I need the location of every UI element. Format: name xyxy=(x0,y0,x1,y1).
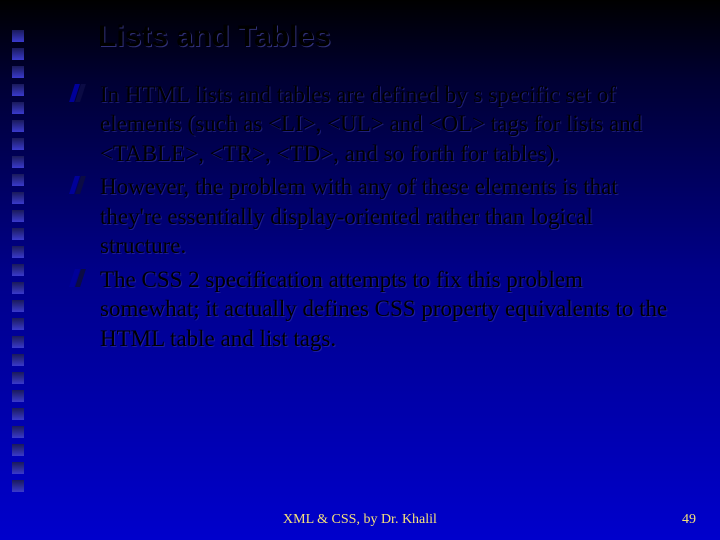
bullet-text: In HTML lists and tables are defined by … xyxy=(100,82,642,166)
bullet-item: However, the problem with any of these e… xyxy=(100,172,680,260)
slide-title: Lists and Tables xyxy=(98,20,680,54)
footer-text: XML & CSS, by Dr. Khalil xyxy=(283,512,437,528)
bullet-list: In HTML lists and tables are defined by … xyxy=(100,80,680,353)
footer: XML & CSS, by Dr. Khalil xyxy=(0,512,720,528)
bullet-marker-icon xyxy=(72,84,86,102)
bullet-marker-icon xyxy=(72,176,86,194)
slide-content: Lists and Tables In HTML lists and table… xyxy=(0,0,720,540)
bullet-item: The CSS 2 specification attempts to fix … xyxy=(100,265,680,353)
page-number: 49 xyxy=(682,512,696,528)
bullet-marker-icon xyxy=(72,269,86,287)
bullet-text: However, the problem with any of these e… xyxy=(100,174,618,258)
bullet-item: In HTML lists and tables are defined by … xyxy=(100,80,680,168)
bullet-text: The CSS 2 specification attempts to fix … xyxy=(100,267,667,351)
